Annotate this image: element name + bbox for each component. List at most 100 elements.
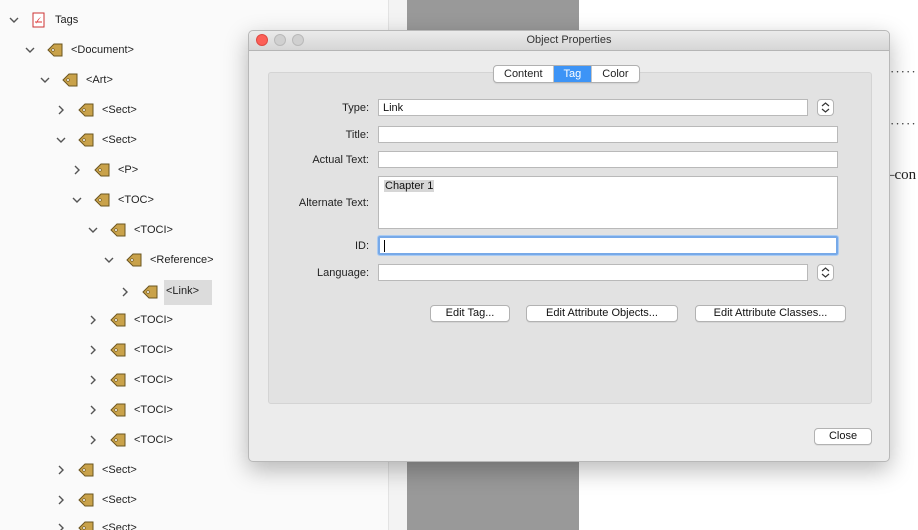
chevron-right-icon[interactable] (86, 313, 100, 327)
chevron-down-icon[interactable] (54, 133, 68, 147)
tag-icon (76, 462, 96, 478)
tree-item-label: <TOC> (118, 194, 154, 206)
close-button[interactable]: Close (814, 428, 872, 445)
edit-attribute-classes-button[interactable]: Edit Attribute Classes... (695, 305, 846, 322)
title-input[interactable] (378, 126, 838, 143)
language-select-stepper[interactable] (817, 264, 834, 281)
tree-item-sect[interactable]: <Sect> (54, 99, 139, 121)
tag-icon (108, 342, 128, 358)
object-properties-dialog: Object Properties Type: Link Title: Actu… (248, 30, 890, 462)
edit-tag-button[interactable]: Edit Tag... (430, 305, 510, 322)
chevron-down-icon[interactable] (102, 253, 116, 267)
tag-icon (76, 132, 96, 148)
tab-content[interactable]: Content (494, 66, 554, 82)
tree-item-label: <Link> (164, 279, 213, 305)
tab-color[interactable]: Color (592, 66, 638, 82)
type-select-stepper[interactable] (817, 99, 834, 116)
tree-item-toci[interactable]: <TOCI> (86, 369, 175, 391)
chevron-down-icon[interactable] (86, 223, 100, 237)
chevron-right-icon[interactable] (86, 373, 100, 387)
tree-item-label: Tags (55, 14, 79, 26)
alternate-text-label: Alternate Text: (298, 197, 369, 209)
tag-icon (76, 492, 96, 508)
tree-item-label: <Document> (71, 44, 134, 56)
pdf-icon (29, 12, 49, 28)
tag-icon (108, 372, 128, 388)
chevron-down-icon[interactable] (7, 13, 21, 27)
tag-icon (76, 102, 96, 118)
property-tabs: Content Tag Color (493, 65, 640, 83)
tag-icon (108, 432, 128, 448)
text-cursor (384, 240, 385, 252)
tree-item-label: <TOCI> (134, 434, 173, 446)
chevron-right-icon[interactable] (118, 285, 132, 299)
tree-item-label: <TOCI> (134, 404, 173, 416)
chevron-right-icon[interactable] (86, 433, 100, 447)
tree-item-sect[interactable]: <Sect> (54, 517, 139, 530)
language-select[interactable] (378, 264, 808, 281)
tree-item-reference[interactable]: <Reference> (102, 249, 216, 271)
tree-item-sect[interactable]: <Sect> (54, 489, 139, 511)
tab-tag[interactable]: Tag (553, 66, 593, 82)
tree-item-label: <Sect> (102, 104, 137, 116)
tree-item-tags[interactable]: Tags (7, 9, 80, 31)
chevron-right-icon[interactable] (86, 403, 100, 417)
id-label: ID: (354, 240, 369, 252)
tree-item-label: <P> (118, 164, 139, 176)
chevron-right-icon[interactable] (54, 493, 68, 507)
tree-item-label: <TOCI> (134, 314, 173, 326)
id-input[interactable] (378, 236, 838, 255)
tree-item-toci[interactable]: <TOCI> (86, 219, 175, 241)
document-text-fragment: –con (887, 167, 917, 183)
tree-item-toci[interactable]: <TOCI> (86, 399, 175, 421)
tree-item-label: <Sect> (102, 464, 137, 476)
actual-text-input[interactable] (378, 151, 838, 168)
title-label: Title: (345, 129, 369, 141)
type-select[interactable]: Link (378, 99, 808, 116)
tag-icon (140, 284, 160, 300)
chevron-down-icon[interactable] (38, 73, 52, 87)
chevron-right-icon[interactable] (70, 163, 84, 177)
tree-item-label: <Art> (86, 74, 113, 86)
tree-item-document[interactable]: <Document> (23, 39, 136, 61)
tree-item-art[interactable]: <Art> (38, 69, 115, 91)
tree-item-toci[interactable]: <TOCI> (86, 309, 175, 331)
tag-icon (108, 312, 128, 328)
dialog-title: Object Properties (526, 34, 612, 46)
edit-attribute-objects-button[interactable]: Edit Attribute Objects... (526, 305, 678, 322)
tree-item-label: <Sect> (102, 494, 137, 506)
tag-icon (108, 222, 128, 238)
language-label: Language: (317, 267, 369, 279)
tag-icon (76, 520, 96, 530)
chevron-down-icon[interactable] (70, 193, 84, 207)
tree-item-sect[interactable]: <Sect> (54, 459, 139, 481)
tag-properties-panel: Type: Link Title: Actual Text: Alternate… (268, 72, 872, 404)
tree-item-sect[interactable]: <Sect> (54, 129, 139, 151)
tree-item-label: <TOCI> (134, 224, 173, 236)
tree-item-label: <Sect> (102, 522, 137, 530)
dialog-titlebar[interactable]: Object Properties (249, 31, 889, 51)
chevron-right-icon[interactable] (86, 343, 100, 357)
actual-text-label: Actual Text: (312, 154, 369, 166)
tag-icon (45, 42, 65, 58)
chevron-right-icon[interactable] (54, 103, 68, 117)
up-down-arrows-icon (821, 267, 830, 278)
tree-item-link[interactable]: <Link> (118, 279, 213, 305)
toc-leader-dots: ········· (890, 64, 918, 79)
tree-item-label: <TOCI> (134, 344, 173, 356)
tree-item-label: <TOCI> (134, 374, 173, 386)
tree-item-toc[interactable]: <TOC> (70, 189, 156, 211)
tag-icon (108, 402, 128, 418)
chevron-right-icon[interactable] (54, 521, 68, 530)
alternate-text-textarea[interactable]: Chapter 1 (378, 176, 838, 229)
tree-item-label: <Reference> (150, 254, 214, 266)
tree-item-toci[interactable]: <TOCI> (86, 429, 175, 451)
chevron-right-icon[interactable] (54, 463, 68, 477)
tree-item-label: <Sect> (102, 134, 137, 146)
tag-icon (92, 192, 112, 208)
tree-item-toci[interactable]: <TOCI> (86, 339, 175, 361)
alternate-text-value: Chapter 1 (384, 180, 435, 192)
tree-item-p[interactable]: <P> (70, 159, 140, 181)
chevron-down-icon[interactable] (23, 43, 37, 57)
tag-icon (92, 162, 112, 178)
